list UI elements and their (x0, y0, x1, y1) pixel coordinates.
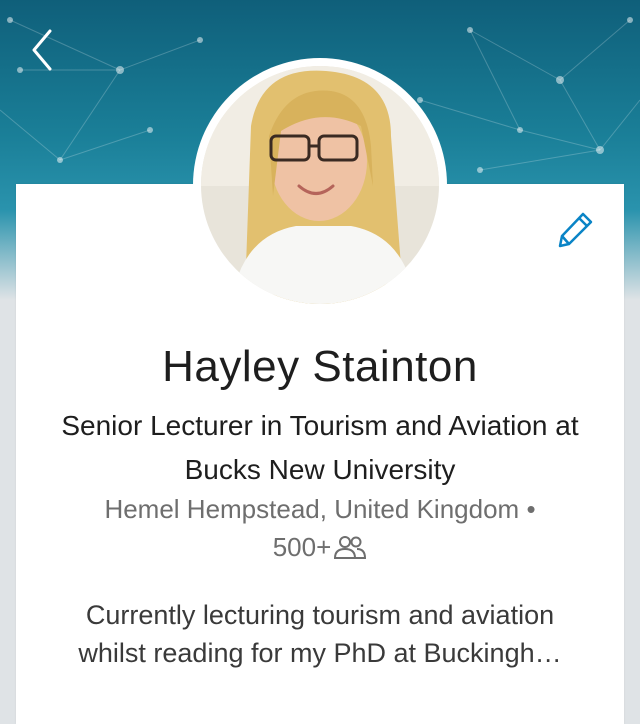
pencil-icon (558, 212, 593, 248)
profile-location: Hemel Hempstead, United Kingdom (104, 494, 520, 524)
edit-profile-button[interactable] (555, 208, 597, 250)
profile-headline: Senior Lecturer in Tourism and Aviation … (61, 410, 579, 485)
separator-dot: • (526, 494, 536, 524)
avatar[interactable] (201, 66, 439, 304)
avatar-frame (193, 58, 447, 312)
profile-photo (201, 66, 439, 304)
people-icon (334, 536, 367, 559)
profile-name: Hayley Stainton (162, 342, 478, 391)
location-row: Hemel Hempstead, United Kingdom • (0, 490, 640, 528)
profile-summary[interactable]: Currently lecturing tourism and aviation… (50, 596, 590, 672)
back-button[interactable] (20, 26, 64, 74)
connections-count: 500+ (272, 532, 332, 562)
connections-row[interactable]: 500+ (0, 528, 640, 566)
chevron-left-icon (32, 29, 52, 71)
